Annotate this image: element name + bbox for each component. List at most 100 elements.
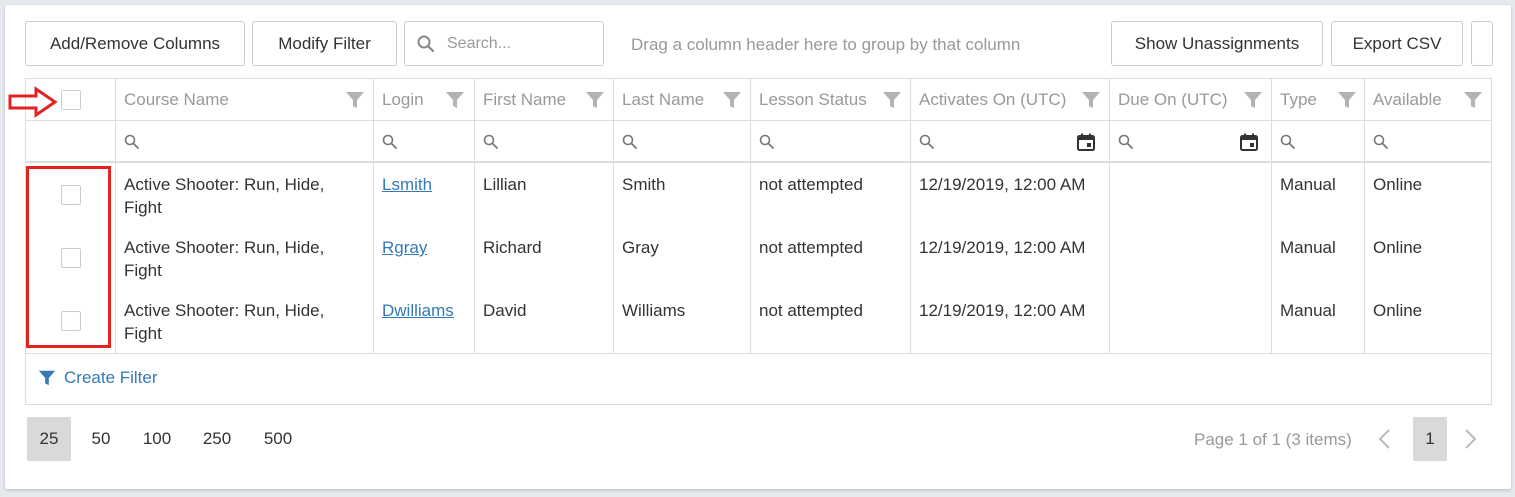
grid-body: Active Shooter: Run, Hide, Fight Lsmith … — [26, 163, 1491, 353]
course-name-line: Active Shooter: Run, Hide, — [124, 238, 325, 257]
filter-cell-course-name[interactable] — [115, 121, 373, 163]
available-cell: Online — [1373, 175, 1423, 194]
column-header-available[interactable]: Available — [1364, 79, 1492, 121]
page-size-option[interactable]: 50 — [80, 417, 122, 461]
column-header-label: Due On (UTC) — [1118, 90, 1228, 109]
column-header-type[interactable]: Type — [1271, 79, 1364, 121]
funnel-icon[interactable] — [1463, 90, 1483, 110]
login-link[interactable]: Rgray — [382, 236, 427, 259]
first-name-cell: Richard — [483, 238, 542, 257]
group-by-hint: Drag a column header here to group by th… — [631, 35, 1021, 54]
arrow-right-icon — [8, 86, 58, 118]
filter-cell-type[interactable] — [1271, 121, 1364, 163]
activates-on-cell: 12/19/2019, 12:00 AM — [919, 175, 1086, 194]
lesson-status-cell: not attempted — [759, 238, 863, 257]
funnel-icon[interactable] — [345, 90, 365, 110]
login-link[interactable]: Lsmith — [382, 173, 432, 196]
column-header-label: Lesson Status — [759, 90, 867, 109]
select-all-checkbox[interactable] — [61, 90, 81, 110]
course-name-line: Fight — [124, 261, 162, 280]
course-name-line: Fight — [124, 324, 162, 343]
first-name-cell: Lillian — [483, 175, 527, 194]
column-header-lesson-status[interactable]: Lesson Status — [750, 79, 910, 121]
create-filter-label: Create Filter — [64, 368, 158, 387]
page-size-option[interactable]: 500 — [255, 417, 301, 461]
column-header-first-name[interactable]: First Name — [474, 79, 613, 121]
last-name-cell: Gray — [622, 238, 659, 257]
search-icon — [1280, 134, 1295, 149]
search-icon — [759, 134, 774, 149]
column-header-label: Course Name — [124, 90, 229, 109]
course-name-line: Active Shooter: Run, Hide, — [124, 301, 325, 320]
toolbar-more-button[interactable] — [1471, 21, 1493, 66]
course-name-cell: Active Shooter: Run, Hide, Fight — [124, 236, 324, 282]
add-remove-columns-button[interactable]: Add/Remove Columns — [25, 21, 245, 66]
search-icon — [919, 134, 934, 149]
funnel-icon[interactable] — [585, 90, 605, 110]
search-input[interactable] — [445, 33, 585, 54]
annotation-highlight-box — [26, 166, 111, 348]
filter-cell-first-name[interactable] — [474, 121, 613, 163]
filter-cell-lesson-status[interactable] — [750, 121, 910, 163]
type-cell: Manual — [1280, 175, 1336, 194]
create-filter-button[interactable]: Create Filter — [38, 368, 158, 388]
filter-cell-login[interactable] — [373, 121, 474, 163]
course-name-line: Active Shooter: Run, Hide, — [124, 175, 325, 194]
available-cell: Online — [1373, 301, 1423, 320]
page-size-option[interactable]: 250 — [194, 417, 240, 461]
type-cell: Manual — [1280, 301, 1336, 320]
calendar-icon[interactable] — [1239, 132, 1259, 152]
column-header-label: Login — [382, 90, 424, 109]
course-name-cell: Active Shooter: Run, Hide, Fight — [124, 299, 324, 345]
filter-cell-due-on[interactable] — [1109, 121, 1271, 163]
column-header-login[interactable]: Login — [373, 79, 474, 121]
column-header-label: Type — [1280, 90, 1317, 109]
login-link[interactable]: Dwilliams — [382, 299, 454, 322]
column-header-due-on[interactable]: Due On (UTC) — [1109, 79, 1271, 121]
modify-filter-button[interactable]: Modify Filter — [252, 21, 397, 66]
lesson-status-cell: not attempted — [759, 301, 863, 320]
show-unassignments-button[interactable]: Show Unassignments — [1111, 21, 1323, 66]
lesson-status-cell: not attempted — [759, 175, 863, 194]
funnel-icon[interactable] — [882, 90, 902, 110]
filter-row — [26, 121, 1491, 163]
column-header-row: Course Name Login First Name Last Name L… — [26, 79, 1491, 121]
activates-on-cell: 12/19/2019, 12:00 AM — [919, 301, 1086, 320]
filter-cell-available[interactable] — [1364, 121, 1492, 163]
funnel-icon[interactable] — [1081, 90, 1101, 110]
filter-cell-last-name[interactable] — [613, 121, 750, 163]
activates-on-cell: 12/19/2019, 12:00 AM — [919, 238, 1086, 257]
search-icon — [124, 134, 139, 149]
search-icon — [382, 134, 397, 149]
course-name-line: Fight — [124, 198, 162, 217]
page-number-button[interactable]: 1 — [1413, 417, 1447, 461]
search-icon — [483, 134, 498, 149]
type-cell: Manual — [1280, 238, 1336, 257]
funnel-icon[interactable] — [1243, 90, 1263, 110]
search-icon — [1118, 134, 1133, 149]
funnel-icon[interactable] — [722, 90, 742, 110]
page-info: Page 1 of 1 (3 items) — [1194, 430, 1352, 449]
search-icon — [622, 134, 637, 149]
page-size-option[interactable]: 100 — [134, 417, 180, 461]
column-header-label: Available — [1373, 90, 1442, 109]
column-header-course-name[interactable]: Course Name — [115, 79, 373, 121]
filter-cell-activates-on[interactable] — [910, 121, 1109, 163]
available-cell: Online — [1373, 238, 1423, 257]
export-csv-button[interactable]: Export CSV — [1331, 21, 1463, 66]
page-size-option[interactable]: 25 — [27, 417, 71, 461]
chevron-right-icon[interactable] — [1462, 428, 1478, 450]
data-grid: Course Name Login First Name Last Name L… — [25, 78, 1492, 405]
last-name-cell: Smith — [622, 175, 666, 194]
course-name-cell: Active Shooter: Run, Hide, Fight — [124, 173, 324, 219]
funnel-icon[interactable] — [445, 90, 465, 110]
column-header-activates-on[interactable]: Activates On (UTC) — [910, 79, 1109, 121]
chevron-left-icon[interactable] — [1377, 428, 1393, 450]
column-header-last-name[interactable]: Last Name — [613, 79, 750, 121]
calendar-icon[interactable] — [1076, 132, 1096, 152]
funnel-icon — [38, 370, 56, 386]
search-icon — [1373, 134, 1388, 149]
search-box[interactable] — [404, 21, 604, 66]
last-name-cell: Williams — [622, 301, 686, 320]
funnel-icon[interactable] — [1337, 90, 1357, 110]
